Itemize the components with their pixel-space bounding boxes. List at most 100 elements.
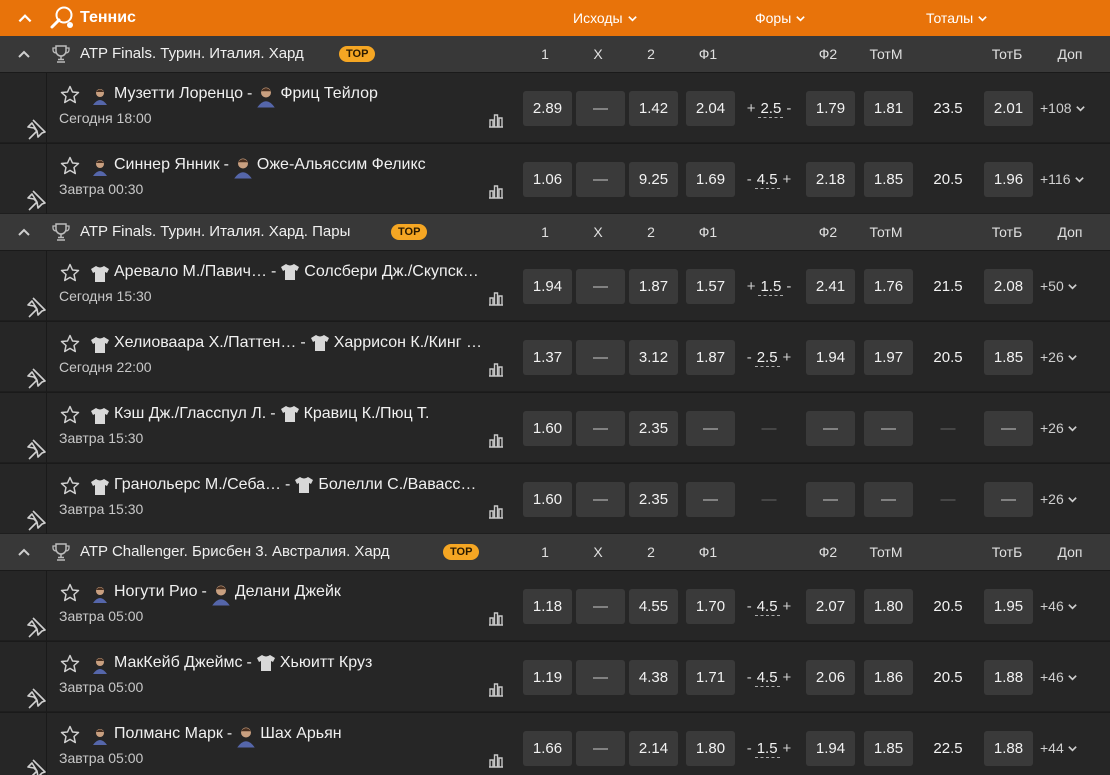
- odd-w1[interactable]: 1.66: [523, 731, 572, 766]
- odd-f2[interactable]: 1.94: [806, 731, 855, 766]
- odd-totm[interactable]: —: [864, 482, 913, 517]
- handicap-line[interactable]: 2.5: [758, 100, 784, 118]
- odd-w1[interactable]: 1.37: [523, 340, 572, 375]
- handicap-line[interactable]: 4.5: [754, 171, 780, 189]
- odd-x[interactable]: —: [576, 411, 625, 446]
- chevron-up-icon[interactable]: [16, 9, 34, 27]
- chevron-up-icon[interactable]: [16, 224, 32, 240]
- league-name[interactable]: ATP Challenger. Брисбен 3. Австралия. Ха…: [80, 543, 390, 560]
- pin-button[interactable]: [0, 251, 47, 321]
- odd-x[interactable]: —: [576, 340, 625, 375]
- sport-title[interactable]: Теннис: [80, 9, 136, 27]
- more-markets-button[interactable]: +46: [1040, 669, 1078, 685]
- odd-f1[interactable]: —: [686, 482, 735, 517]
- pin-button[interactable]: [0, 73, 47, 143]
- odd-w2[interactable]: 9.25: [629, 162, 678, 197]
- handicap-line[interactable]: 1.5: [758, 278, 784, 296]
- more-markets-button[interactable]: +46: [1040, 598, 1078, 614]
- stats-icon[interactable]: [487, 751, 505, 769]
- pin-button[interactable]: [0, 642, 47, 712]
- match-row[interactable]: МакКейб Джеймс - Хьюитт Круз Завтра 05:00 1.…: [0, 641, 1110, 712]
- star-icon[interactable]: [60, 583, 80, 603]
- odd-totm[interactable]: 1.97: [864, 340, 913, 375]
- match-row[interactable]: Гранольерс М./Себа… - Болелли С./Вавасс… За…: [0, 463, 1110, 534]
- odd-totm[interactable]: 1.85: [864, 162, 913, 197]
- market-dropdown-2[interactable]: Форы: [755, 10, 806, 26]
- odd-w1[interactable]: 1.60: [523, 411, 572, 446]
- star-icon[interactable]: [60, 476, 80, 496]
- league-name[interactable]: ATP Finals. Турин. Италия. Хард: [80, 45, 304, 62]
- odd-f1[interactable]: 1.87: [686, 340, 735, 375]
- odd-w2[interactable]: 1.42: [629, 91, 678, 126]
- more-markets-button[interactable]: +26: [1040, 491, 1078, 507]
- odd-w1[interactable]: 2.89: [523, 91, 572, 126]
- star-icon[interactable]: [60, 725, 80, 745]
- odd-w2[interactable]: 3.12: [629, 340, 678, 375]
- odd-totb[interactable]: 2.08: [984, 269, 1033, 304]
- match-row[interactable]: Полманс Марк - Шах Арьян Завтра 05:00 1.66—2…: [0, 712, 1110, 775]
- odd-totm[interactable]: 1.85: [864, 731, 913, 766]
- match-row[interactable]: Хелиоваара Х./Паттен… - Харрисон К./Кинг ……: [0, 321, 1110, 392]
- odd-x[interactable]: —: [576, 162, 625, 197]
- odd-totm[interactable]: 1.76: [864, 269, 913, 304]
- teams[interactable]: Хелиоваара Х./Паттен… - Харрисон К./Кинг …: [114, 334, 482, 352]
- odd-w1[interactable]: 1.06: [523, 162, 572, 197]
- odd-x[interactable]: —: [576, 660, 625, 695]
- star-icon[interactable]: [60, 334, 80, 354]
- odd-x[interactable]: —: [576, 91, 625, 126]
- odd-f1[interactable]: 2.04: [686, 91, 735, 126]
- handicap-line[interactable]: 4.5: [754, 669, 780, 687]
- teams[interactable]: Синнер Янник - Оже-Альяссим Феликс: [114, 156, 426, 179]
- odd-totm[interactable]: 1.80: [864, 589, 913, 624]
- odd-totm[interactable]: 1.86: [864, 660, 913, 695]
- odd-w1[interactable]: 1.60: [523, 482, 572, 517]
- stats-icon[interactable]: [487, 360, 505, 378]
- odd-totb[interactable]: 1.88: [984, 731, 1033, 766]
- odd-totb[interactable]: —: [984, 411, 1033, 446]
- more-markets-button[interactable]: +26: [1040, 349, 1078, 365]
- odd-w1[interactable]: 1.18: [523, 589, 572, 624]
- odd-f1[interactable]: 1.71: [686, 660, 735, 695]
- star-icon[interactable]: [60, 85, 80, 105]
- teams[interactable]: Кэш Дж./Гласспул Л. - Кравиц К./Пюц Т.: [114, 405, 430, 423]
- match-row[interactable]: Аревало М./Павич… - Солсбери Дж./Скупск… Се…: [0, 250, 1110, 321]
- teams[interactable]: Музетти Лоренцо - Фриц Тейлор: [114, 85, 378, 108]
- odd-w2[interactable]: 2.14: [629, 731, 678, 766]
- teams[interactable]: Гранольерс М./Себа… - Болелли С./Вавасс…: [114, 476, 476, 494]
- odd-w2[interactable]: 2.35: [629, 411, 678, 446]
- pin-button[interactable]: [0, 144, 47, 214]
- odd-f2[interactable]: 1.79: [806, 91, 855, 126]
- odd-x[interactable]: —: [576, 731, 625, 766]
- odd-f2[interactable]: 2.18: [806, 162, 855, 197]
- pin-button[interactable]: [0, 713, 47, 775]
- pin-button[interactable]: [0, 464, 47, 534]
- odd-x[interactable]: —: [576, 589, 625, 624]
- star-icon[interactable]: [60, 405, 80, 425]
- stats-icon[interactable]: [487, 680, 505, 698]
- odd-totm[interactable]: —: [864, 411, 913, 446]
- odd-totb[interactable]: 1.96: [984, 162, 1033, 197]
- odd-x[interactable]: —: [576, 269, 625, 304]
- odd-f2[interactable]: 2.06: [806, 660, 855, 695]
- odd-f1[interactable]: 1.70: [686, 589, 735, 624]
- odd-totb[interactable]: 1.85: [984, 340, 1033, 375]
- match-row[interactable]: Кэш Дж./Гласспул Л. - Кравиц К./Пюц Т. Завт…: [0, 392, 1110, 463]
- odd-f1[interactable]: 1.80: [686, 731, 735, 766]
- match-row[interactable]: Музетти Лоренцо - Фриц Тейлор Сегодня 18:00…: [0, 72, 1110, 143]
- stats-icon[interactable]: [487, 609, 505, 627]
- pin-button[interactable]: [0, 571, 47, 641]
- stats-icon[interactable]: [487, 289, 505, 307]
- more-markets-button[interactable]: +50: [1040, 278, 1078, 294]
- stats-icon[interactable]: [487, 111, 505, 129]
- odd-totb[interactable]: 2.01: [984, 91, 1033, 126]
- teams[interactable]: Полманс Марк - Шах Арьян: [114, 725, 342, 748]
- odd-w1[interactable]: 1.94: [523, 269, 572, 304]
- odd-w2[interactable]: 4.38: [629, 660, 678, 695]
- odd-f1[interactable]: —: [686, 411, 735, 446]
- stats-icon[interactable]: [487, 182, 505, 200]
- more-markets-button[interactable]: +44: [1040, 740, 1078, 756]
- more-markets-button[interactable]: +26: [1040, 420, 1078, 436]
- chevron-up-icon[interactable]: [16, 46, 32, 62]
- odd-totm[interactable]: 1.81: [864, 91, 913, 126]
- more-markets-button[interactable]: +108: [1040, 100, 1086, 116]
